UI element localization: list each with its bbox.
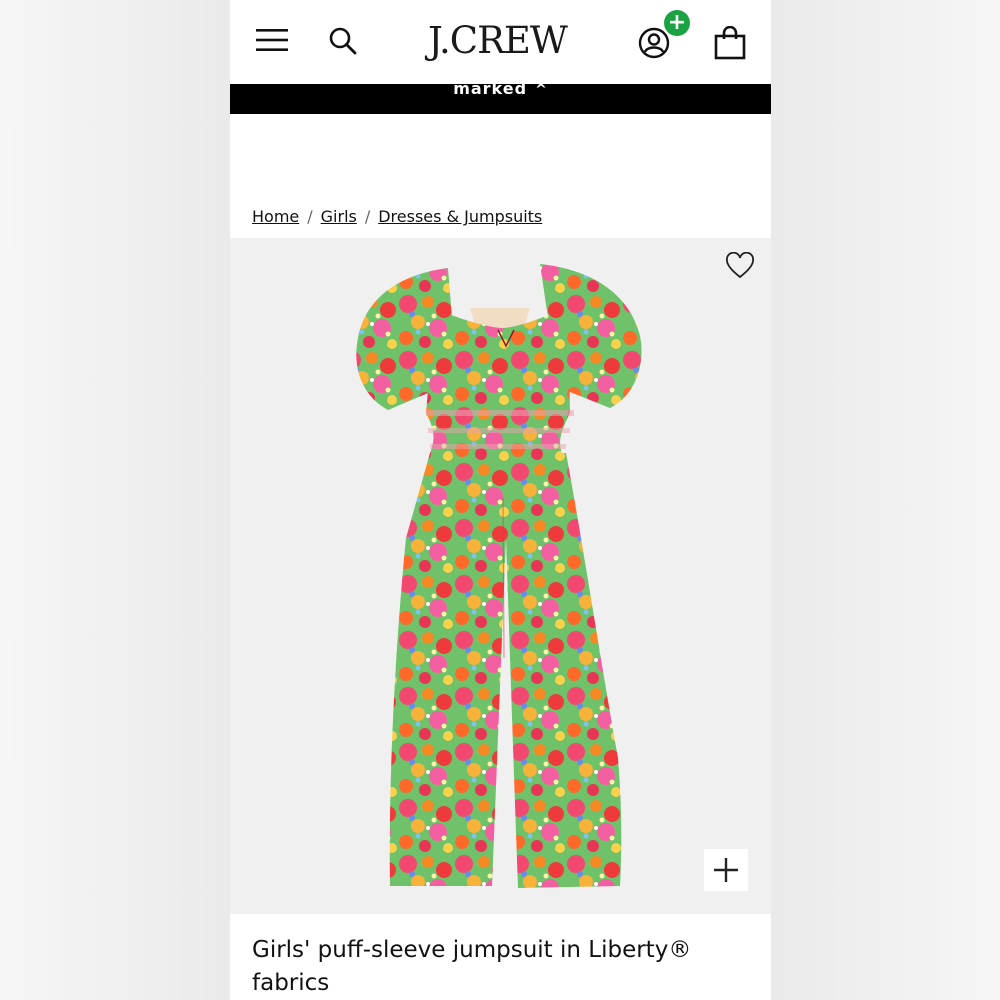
plus-icon (714, 858, 738, 882)
brand-logo[interactable]: J.CREW (420, 18, 575, 64)
account-add-badge[interactable]: + (664, 10, 690, 36)
promo-banner-text: marked ^ (230, 80, 771, 99)
hamburger-menu-icon[interactable] (256, 28, 288, 52)
breadcrumb-separator: / (364, 207, 371, 226)
mobile-page: J.CREW + marked ^ Home / Girls / Dresses & Ju… (230, 0, 771, 1000)
promo-banner-label: marked (453, 79, 528, 98)
shopping-bag-icon[interactable] (714, 26, 746, 60)
product-image[interactable] (230, 238, 771, 914)
floral-jumpsuit-image (356, 264, 642, 888)
breadcrumb-dresses-jumpsuits[interactable]: Dresses & Jumpsuits (378, 207, 542, 226)
product-title: Girls' puff-sleeve jumpsuit in Liberty® … (252, 937, 692, 996)
promo-banner[interactable]: marked ^ (230, 80, 771, 114)
search-icon[interactable] (328, 26, 358, 56)
heart-icon[interactable] (725, 252, 755, 280)
breadcrumb: Home / Girls / Dresses & Jumpsuits (252, 207, 542, 231)
breadcrumb-home[interactable]: Home (252, 207, 299, 226)
account-icon[interactable] (638, 27, 670, 59)
breadcrumb-separator: / (307, 207, 313, 226)
breadcrumb-girls[interactable]: Girls (321, 207, 357, 226)
site-header: J.CREW + (230, 0, 771, 84)
zoom-button[interactable] (704, 849, 748, 891)
background-right (771, 0, 1000, 1000)
chevron-up-icon[interactable]: ^ (535, 82, 548, 98)
background-left (0, 0, 230, 1000)
